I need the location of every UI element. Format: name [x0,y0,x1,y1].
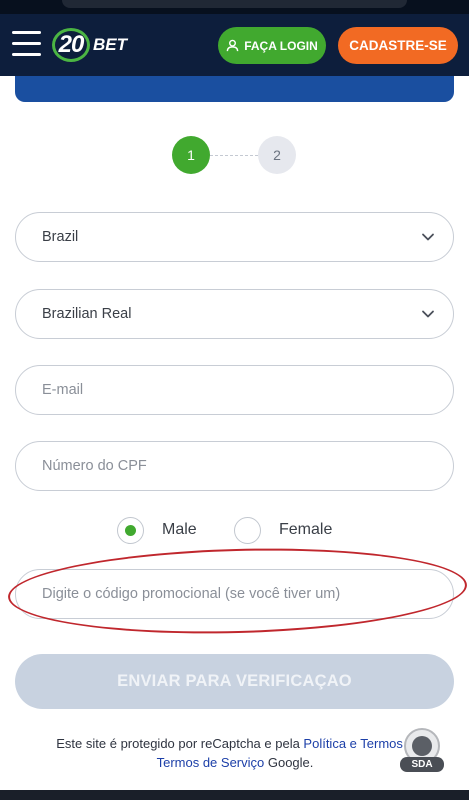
male-label: Male [162,521,197,538]
watermark-label: SDA [400,757,444,772]
logo-badge: 20 [52,28,90,62]
submit-label: ENVIAR PARA VERIFICAÇAO [117,672,352,690]
promo-code-field[interactable]: Digite o código promocional (se você tiv… [15,569,454,619]
logo[interactable]: 20 BET [52,26,127,64]
step-1-number: 1 [187,147,195,163]
watermark-logo: SDA [398,728,448,776]
female-label: Female [279,521,333,538]
footer-text-before: Este site é protegido por reCaptcha e pe… [56,736,304,751]
country-value: Brazil [42,229,79,245]
privacy-policy-link[interactable]: Política e Termos [303,736,402,751]
gender-male-option[interactable]: Male [117,516,197,544]
email-placeholder: E-mail [42,382,84,398]
terms-of-service-link[interactable]: Termos de Serviço [157,755,265,770]
header: 20 BET FAÇA LOGIN CADASTRE-SE [0,14,469,76]
signup-label: CADASTRE-SE [349,38,447,53]
status-notch [62,0,407,8]
country-select[interactable]: Brazil [15,212,454,262]
footer-text-after: Google. [264,755,314,770]
step-connector [210,155,258,156]
step-2-number: 2 [273,147,281,163]
banner-strip [15,76,454,102]
cpf-field[interactable]: Número do CPF [15,441,454,491]
promo-placeholder: Digite o código promocional (se você tiv… [42,586,341,602]
signup-button[interactable]: CADASTRE-SE [338,27,458,64]
male-radio[interactable] [117,516,144,544]
radio-selected-dot [125,524,136,536]
currency-select[interactable]: Brazilian Real [15,289,454,339]
step-2-indicator: 2 [258,136,296,174]
chevron-down-icon [422,233,434,241]
submit-verification-button[interactable]: ENVIAR PARA VERIFICAÇAO [15,654,454,709]
login-label: FAÇA LOGIN [244,38,318,53]
logo-number: 20 [58,31,85,58]
status-bar [0,0,469,14]
currency-value: Brazilian Real [42,306,132,322]
chevron-down-icon [422,310,434,318]
female-radio[interactable] [234,516,261,544]
cpf-placeholder: Número do CPF [42,458,147,474]
login-button[interactable]: FAÇA LOGIN [218,27,326,64]
recaptcha-notice: Este site é protegido por reCaptcha e pe… [20,734,450,772]
logo-word: BET [93,35,127,54]
email-field[interactable]: E-mail [15,365,454,415]
hamburger-menu-icon[interactable] [12,31,41,57]
bottom-bar [0,790,469,800]
user-icon [226,39,239,52]
gender-female-option[interactable]: Female [234,516,332,544]
step-1-indicator: 1 [172,136,210,174]
